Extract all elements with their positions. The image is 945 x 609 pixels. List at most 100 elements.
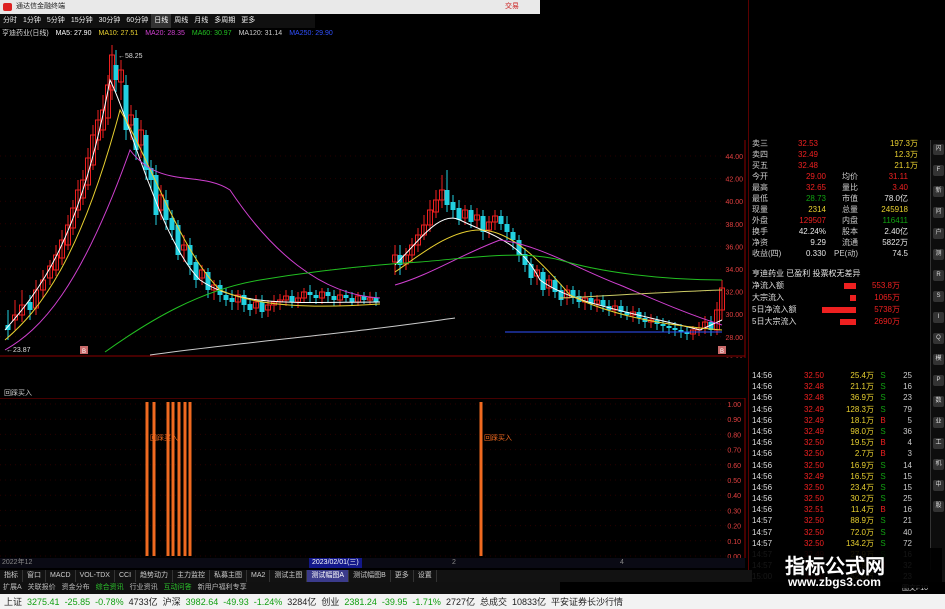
ma-legend-item: MA120: 31.14 bbox=[238, 30, 283, 37]
extension-tab[interactable]: 扩展A bbox=[0, 582, 25, 594]
flow-value: 5738万 bbox=[874, 305, 900, 314]
stat-label: 换手 bbox=[752, 227, 768, 236]
indicator-tab[interactable]: VOL-TDX bbox=[76, 570, 115, 582]
side-tool-icon[interactable]: 数 bbox=[933, 396, 944, 407]
watermark-url: www.zbgs3.com bbox=[788, 575, 881, 589]
status-item: 10833亿 bbox=[511, 597, 547, 607]
status-item: -1.24% bbox=[253, 596, 283, 607]
extension-tab[interactable]: 行业资讯 bbox=[127, 582, 161, 594]
period-tab[interactable]: 30分钟 bbox=[96, 14, 124, 28]
side-tool-icon[interactable]: 股 bbox=[933, 501, 944, 512]
candle-body bbox=[289, 296, 295, 302]
level-label: 卖四 bbox=[752, 150, 768, 159]
flow-value: 1065万 bbox=[874, 293, 900, 302]
side-tool-icon[interactable]: 工 bbox=[933, 438, 944, 449]
indicator-tab[interactable]: MA2 bbox=[247, 570, 271, 582]
indicator-tab[interactable]: 设置 bbox=[414, 570, 437, 582]
indicator-tab[interactable]: 测试主图 bbox=[270, 570, 308, 582]
order-level-row: 买五 32.48 21.1万 bbox=[752, 160, 930, 171]
extension-tab[interactable]: 资金分布 bbox=[59, 582, 93, 594]
period-tab[interactable]: 周线 bbox=[171, 14, 191, 28]
indicator-tab[interactable]: 测试幅图A bbox=[307, 570, 350, 582]
extension-tab[interactable]: 互动问答 bbox=[161, 582, 195, 594]
period-tab[interactable]: 5分钟 bbox=[44, 14, 68, 28]
ind-tick: 0.50 bbox=[727, 478, 741, 485]
side-tool-icon[interactable]: 测 bbox=[933, 249, 944, 260]
trade-side: S bbox=[880, 393, 886, 403]
side-tool-icon[interactable]: R bbox=[933, 270, 944, 281]
app-title: 通达信金融终端 bbox=[16, 3, 65, 10]
indicator-tab[interactable]: MACD bbox=[46, 570, 76, 582]
trade-volume: 11.4万 bbox=[851, 505, 874, 515]
side-tool-icon[interactable]: 闪 bbox=[933, 144, 944, 155]
period-tab[interactable]: 更多 bbox=[238, 14, 258, 28]
flow-value: 553.8万 bbox=[871, 281, 900, 290]
ind-tick: 0.30 bbox=[727, 508, 741, 515]
extension-tab[interactable]: 综合资讯 bbox=[93, 582, 127, 594]
period-tab[interactable]: 15分钟 bbox=[68, 14, 96, 28]
candle-body bbox=[247, 304, 253, 310]
period-tab[interactable]: 多周期 bbox=[211, 14, 238, 28]
side-tool-icon[interactable]: 业 bbox=[933, 417, 944, 428]
indicator-tab[interactable]: 趋势动力 bbox=[136, 570, 174, 582]
side-tool-icon[interactable]: Q bbox=[933, 333, 944, 344]
flow-row: 净流入额 553.8万 bbox=[752, 280, 930, 292]
period-tab[interactable]: 日线 bbox=[151, 14, 172, 28]
period-tab[interactable]: 月线 bbox=[191, 14, 211, 28]
indicator-tab[interactable]: 主力监控 bbox=[173, 570, 211, 582]
side-tool-icon[interactable]: S bbox=[933, 291, 944, 302]
stock-name[interactable]: 亨迪药业(日线) bbox=[2, 28, 49, 40]
status-item: 沪深 bbox=[162, 597, 181, 607]
period-tab[interactable]: 分时 bbox=[0, 14, 20, 28]
trade-volume: 16.5万 bbox=[850, 471, 874, 481]
date-mark: 2 bbox=[452, 559, 456, 566]
trade-side: B bbox=[880, 438, 886, 448]
trade-price: 32.50 bbox=[803, 494, 824, 504]
trade-side: S bbox=[880, 460, 886, 470]
indicator-tab[interactable]: CCI bbox=[115, 570, 137, 582]
period-tab[interactable]: 60分钟 bbox=[123, 14, 151, 28]
side-tool-icon[interactable]: 中 bbox=[933, 480, 944, 491]
trade-price: 32.49 bbox=[803, 426, 824, 436]
signal-bar bbox=[152, 402, 156, 556]
indicator-chart[interactable]: 1.00 0.90 0.80 0.70 0.60 0.50 0.40 0.30 0.20 0.10… bbox=[0, 398, 760, 558]
stat-value: 78.0亿 bbox=[884, 194, 908, 203]
side-tool-icon[interactable]: P bbox=[933, 375, 944, 386]
side-tool-icon[interactable]: 问 bbox=[933, 207, 944, 218]
side-tool-icon[interactable]: 机 bbox=[933, 459, 944, 470]
index-status-bar: 上证 3275.41 -25.85 -0.78% 4733亿 沪深 3982.64 -49.9… bbox=[0, 594, 945, 609]
trade-price: 32.49 bbox=[803, 415, 824, 425]
flow-bar bbox=[816, 304, 856, 316]
signal-bar bbox=[145, 402, 149, 556]
candle-body bbox=[600, 300, 606, 306]
flow-row: 大宗流入 1065万 bbox=[752, 292, 930, 304]
title-bar: 通达信金融终端 bbox=[0, 0, 540, 14]
side-tool-icon[interactable]: 模 bbox=[933, 354, 944, 365]
indicator-tab[interactable]: 窗口 bbox=[23, 570, 46, 582]
candlestick-chart[interactable]: 44.00 42.00 40.00 38.00 36.00 34.00 32.00 30.00… bbox=[0, 40, 760, 358]
period-tab[interactable]: 1分钟 bbox=[20, 14, 44, 28]
candle-body bbox=[175, 225, 181, 255]
extension-tab[interactable]: 新用户福利专享 bbox=[195, 582, 250, 594]
indicator-tab[interactable]: 测试幅图B bbox=[349, 570, 391, 582]
side-tool-icon[interactable]: 户 bbox=[933, 228, 944, 239]
price-tick: 40.00 bbox=[725, 199, 743, 206]
flow-bar-fill bbox=[822, 307, 856, 313]
trade-time: 14:56 bbox=[752, 426, 773, 436]
low-label: ←23.87 bbox=[6, 347, 31, 354]
indicator-tab[interactable]: 更多 bbox=[391, 570, 414, 582]
stat-label: 市值 bbox=[842, 194, 858, 203]
trade-time: 14:56 bbox=[752, 482, 773, 492]
side-tool-icon[interactable]: 新 bbox=[933, 186, 944, 197]
stat-value: 129507 bbox=[799, 216, 826, 225]
indicator-tab[interactable]: 私募主图 bbox=[210, 570, 248, 582]
side-tool-icon[interactable]: I bbox=[933, 312, 944, 323]
trade-link[interactable]: 交易 bbox=[505, 0, 519, 14]
extension-tab[interactable]: 关联报价 bbox=[25, 582, 59, 594]
marker-b-label: B bbox=[720, 349, 724, 355]
side-tool-icon[interactable]: F bbox=[933, 165, 944, 176]
ind-tick: 0.40 bbox=[727, 493, 741, 500]
ma-legend-item: MA20: 28.35 bbox=[145, 30, 185, 37]
indicator-tab[interactable]: 指标 bbox=[0, 570, 23, 582]
candle-body bbox=[373, 298, 379, 302]
